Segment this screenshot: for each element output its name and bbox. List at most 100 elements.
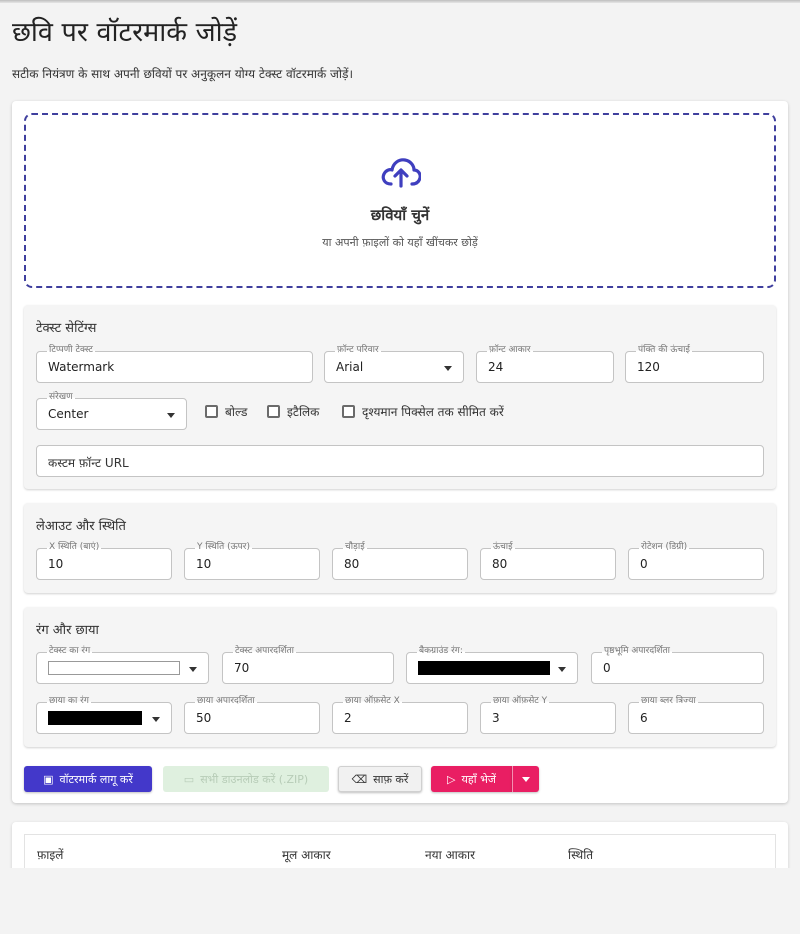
italic-checkbox[interactable]: इटैलिक xyxy=(267,403,319,420)
caret-down-icon xyxy=(522,776,530,782)
background-color-label: बैकग्राउंड रंग: xyxy=(417,646,465,657)
text-opacity-label: टेक्स्ट अपारदर्शिता xyxy=(233,646,296,657)
shadow-offset-x-field[interactable]: छाया ऑफ़सेट X 2 xyxy=(332,696,468,734)
top-shadow-line xyxy=(0,0,800,3)
checkbox-box xyxy=(342,405,355,418)
background-opacity-label: पृष्ठभूमि अपारदर्शिता xyxy=(602,646,673,657)
line-height-value: 120 xyxy=(637,360,660,374)
shadow-blur-value: 6 xyxy=(640,711,648,725)
y-position-value: 10 xyxy=(196,557,212,571)
image-dropzone[interactable]: छवियाँ चुनें या अपनी फ़ाइलों को यहाँ खीं… xyxy=(24,113,776,288)
italic-label: इटैलिक xyxy=(287,405,320,419)
rotation-value: 0 xyxy=(640,557,648,571)
line-height-label: पंक्ति की ऊंचाई xyxy=(636,345,692,356)
clear-label: साफ़ करें xyxy=(373,772,409,786)
text-color-select[interactable]: टेक्स्ट का रंग xyxy=(36,646,209,684)
dropzone-title: छवियाँ चुनें xyxy=(370,206,430,224)
y-position-label: Y स्थिति (ऊपर) xyxy=(195,542,252,553)
clip-visible-label: दृश्यमान पिक्सेल तक सीमित करें xyxy=(362,405,504,419)
custom-font-url-input[interactable]: कस्टम फ़ॉन्ट URL xyxy=(36,445,764,477)
background-opacity-value: 0 xyxy=(603,661,611,675)
shadow-blur-field[interactable]: छाया ब्लर त्रिज्या 6 xyxy=(628,696,764,734)
image-icon: ▣ xyxy=(43,772,54,786)
layout-title: लेआउट और स्थिति xyxy=(36,519,126,534)
line-height-field[interactable]: पंक्ति की ऊंचाई 120 xyxy=(625,345,764,383)
alignment-select[interactable]: संरेखण Center xyxy=(36,392,187,430)
shadow-offset-y-label: छाया ऑफ़सेट Y xyxy=(491,696,550,707)
send-here-label: यहाँ भेजें xyxy=(461,772,496,786)
bold-label: बोल्ड xyxy=(225,405,248,419)
chevron-down-icon xyxy=(189,667,197,672)
font-size-value: 24 xyxy=(488,360,504,374)
x-position-value: 10 xyxy=(48,557,64,571)
checkbox-box xyxy=(267,405,280,418)
layout-section: लेआउट और स्थिति X स्थिति (बाएं) 10 Y स्थ… xyxy=(24,503,776,593)
cloud-upload-icon xyxy=(381,158,421,188)
page-title: छवि पर वॉटरमार्क जोड़ें xyxy=(12,17,238,48)
text-opacity-value: 70 xyxy=(234,661,250,675)
background-opacity-field[interactable]: पृष्ठभूमि अपारदर्शिता 0 xyxy=(591,646,764,684)
files-table-card: फ़ाइलें मूल आकार नया आकार स्थिति xyxy=(12,822,788,872)
dropzone-hint: या अपनी फ़ाइलों को यहाँ खींचकर छोड़ें xyxy=(322,236,478,249)
apply-watermark-label: वॉटरमार्क लागू करें xyxy=(59,772,133,786)
bold-checkbox[interactable]: बोल्ड xyxy=(205,403,247,420)
height-value: 80 xyxy=(492,557,508,571)
send-menu-button[interactable] xyxy=(512,766,539,792)
custom-font-url-placeholder: कस्टम फ़ॉन्ट URL xyxy=(48,456,129,470)
chevron-down-icon xyxy=(167,413,175,418)
col-status: स्थिति xyxy=(568,848,594,862)
width-value: 80 xyxy=(344,557,360,571)
folder-icon: ▭ xyxy=(183,772,195,786)
rotation-label: रोटेशन (डिग्री) xyxy=(639,542,690,553)
page-background xyxy=(0,868,800,934)
alignment-label: संरेखण xyxy=(47,392,75,403)
shadow-offset-y-field[interactable]: छाया ऑफ़सेट Y 3 xyxy=(480,696,616,734)
color-shadow-title: रंग और छाया xyxy=(36,623,99,638)
col-original-size: मूल आकार xyxy=(282,848,331,862)
width-label: चौड़ाई xyxy=(343,542,367,553)
apply-watermark-button[interactable]: ▣ वॉटरमार्क लागू करें xyxy=(24,766,152,792)
color-shadow-section: रंग और छाया टेक्स्ट का रंग टेक्स्ट अपारद… xyxy=(24,607,776,747)
shadow-opacity-label: छाया अपारदर्शिता xyxy=(195,696,257,707)
download-all-button[interactable]: ▭ सभी डाउनलोड करें (.ZIP) xyxy=(163,766,329,792)
text-settings-section: टेक्स्ट सेटिंग्स टिप्पणी टेक्स्ट Waterma… xyxy=(24,305,776,489)
checkbox-box xyxy=(205,405,218,418)
shadow-opacity-value: 50 xyxy=(196,711,212,725)
clear-icon: ⌫ xyxy=(351,772,368,786)
shadow-color-select[interactable]: छाया का रंग xyxy=(36,696,172,734)
chevron-down-icon xyxy=(444,366,452,371)
shadow-color-label: छाया का रंग xyxy=(47,696,91,707)
height-field[interactable]: ऊंचाई 80 xyxy=(480,542,616,580)
width-field[interactable]: चौड़ाई 80 xyxy=(332,542,468,580)
font-family-value: Arial xyxy=(336,360,364,374)
text-opacity-field[interactable]: टेक्स्ट अपारदर्शिता 70 xyxy=(222,646,394,684)
shadow-offset-x-value: 2 xyxy=(344,711,352,725)
chevron-down-icon xyxy=(152,717,160,722)
watermark-card: छवियाँ चुनें या अपनी फ़ाइलों को यहाँ खीं… xyxy=(12,101,788,803)
font-size-field[interactable]: फ़ॉन्ट आकार 24 xyxy=(476,345,614,383)
send-here-button[interactable]: ▷ यहाँ भेजें xyxy=(431,766,512,792)
background-color-swatch xyxy=(418,661,550,675)
font-family-label: फ़ॉन्ट परिवार xyxy=(335,345,381,356)
text-color-label: टेक्स्ट का रंग xyxy=(47,646,93,657)
height-label: ऊंचाई xyxy=(491,542,515,553)
comment-text-value: Watermark xyxy=(48,360,115,374)
shadow-opacity-field[interactable]: छाया अपारदर्शिता 50 xyxy=(184,696,320,734)
download-all-label: सभी डाउनलोड करें (.ZIP) xyxy=(200,772,309,786)
shadow-color-swatch xyxy=(48,711,142,725)
font-family-select[interactable]: फ़ॉन्ट परिवार Arial xyxy=(324,345,464,383)
comment-text-field[interactable]: टिप्पणी टेक्स्ट Watermark xyxy=(36,345,313,383)
text-settings-title: टेक्स्ट सेटिंग्स xyxy=(36,321,97,336)
x-position-field[interactable]: X स्थिति (बाएं) 10 xyxy=(36,542,172,580)
background-color-select[interactable]: बैकग्राउंड रंग: xyxy=(406,646,578,684)
files-table: फ़ाइलें मूल आकार नया आकार स्थिति xyxy=(24,834,776,872)
chevron-down-icon xyxy=(558,667,566,672)
shadow-blur-label: छाया ब्लर त्रिज्या xyxy=(639,696,698,707)
y-position-field[interactable]: Y स्थिति (ऊपर) 10 xyxy=(184,542,320,580)
text-color-swatch xyxy=(48,661,180,675)
shadow-offset-x-label: छाया ऑफ़सेट X xyxy=(343,696,402,707)
clip-visible-checkbox[interactable]: दृश्यमान पिक्सेल तक सीमित करें xyxy=(342,403,504,420)
rotation-field[interactable]: रोटेशन (डिग्री) 0 xyxy=(628,542,764,580)
clear-button[interactable]: ⌫ साफ़ करें xyxy=(338,766,422,792)
col-new-size: नया आकार xyxy=(425,848,476,862)
